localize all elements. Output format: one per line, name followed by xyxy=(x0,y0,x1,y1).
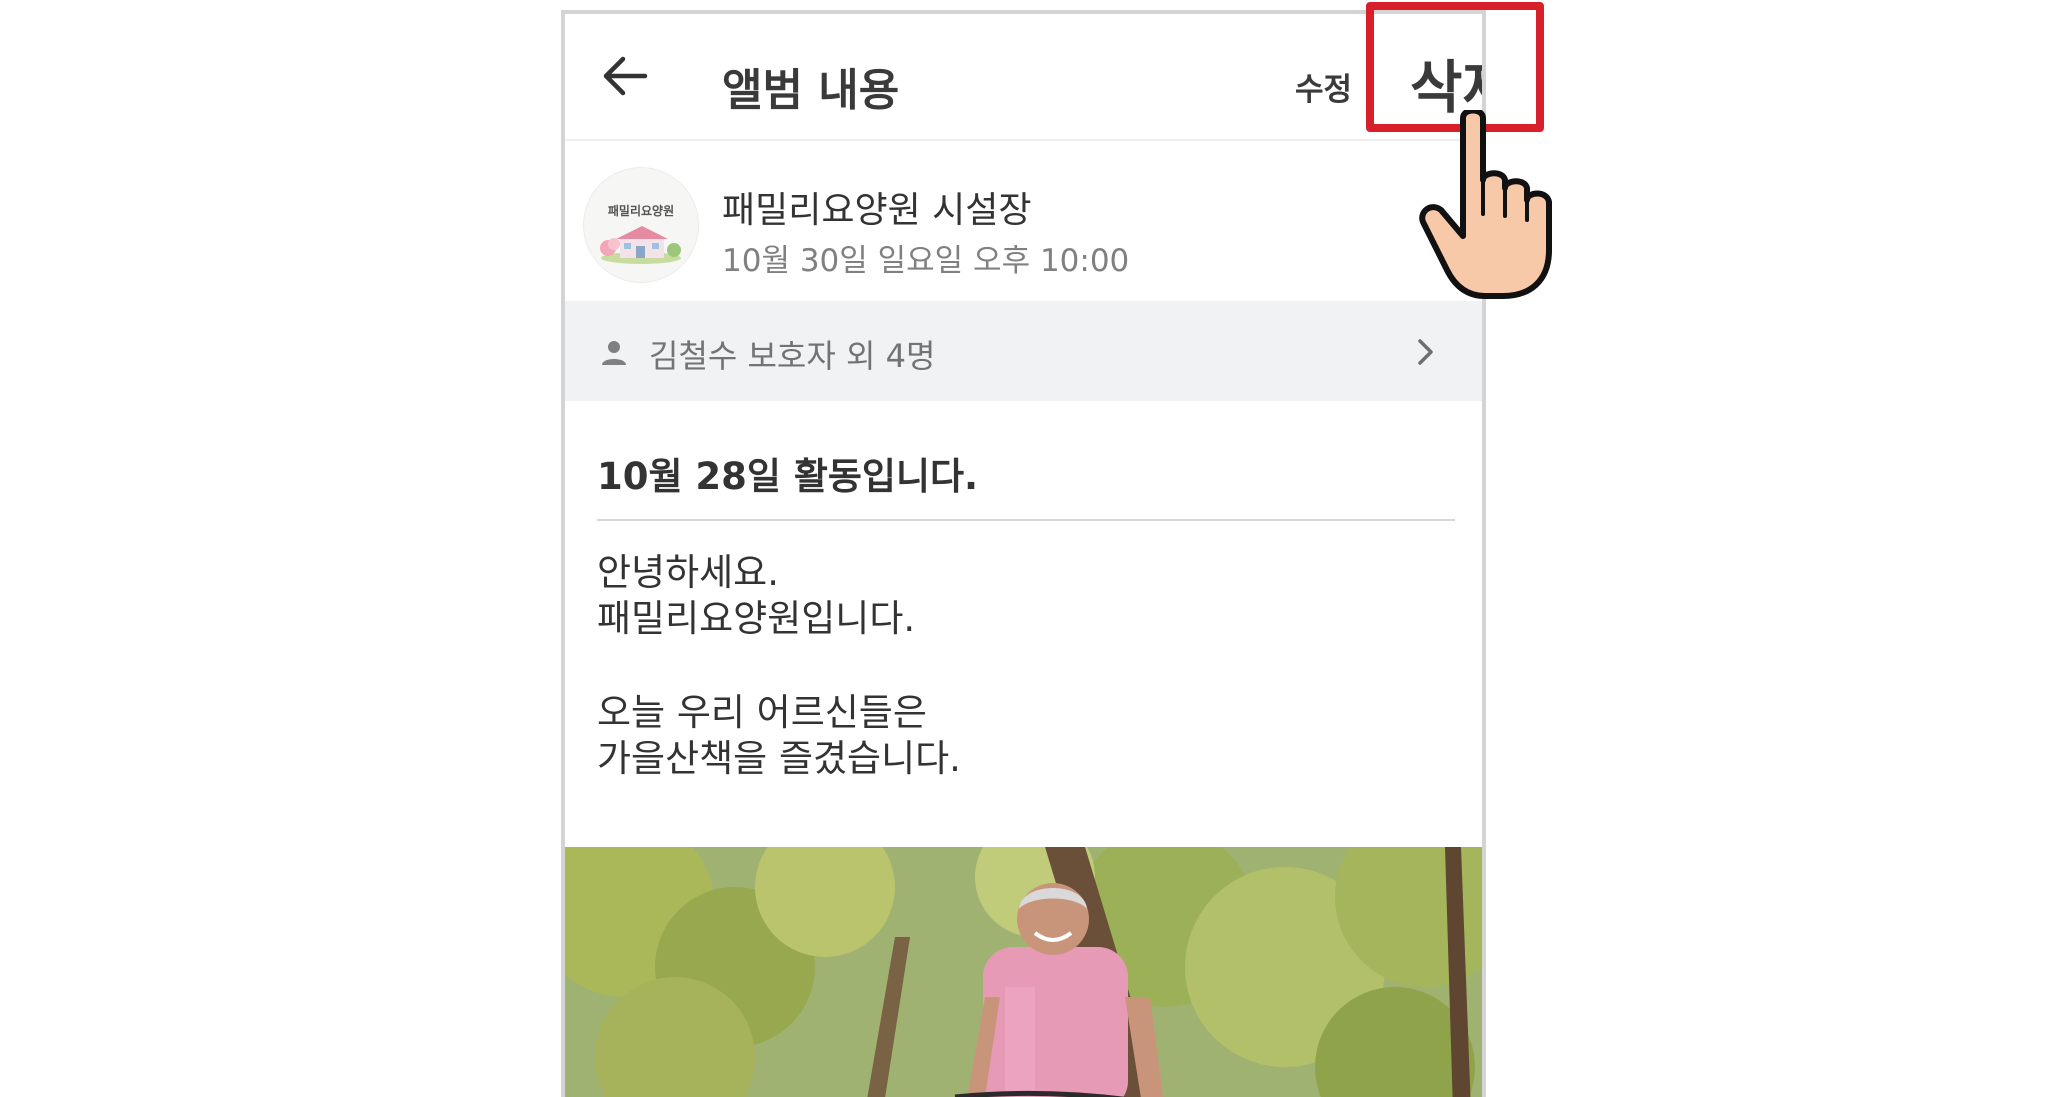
author-section: 패밀리요양원 패밀리요양원 시설장 10월 30일 일요일 오후 10:00 xyxy=(565,141,1482,301)
album-photo[interactable] xyxy=(565,847,1482,1097)
body-line: 안녕하세요. xyxy=(597,551,779,594)
body-line: 가을산책을 즐겼습니다. xyxy=(597,737,961,780)
back-arrow-icon[interactable] xyxy=(601,54,649,98)
page-title: 앨범 내용 xyxy=(722,65,900,116)
person-icon xyxy=(602,341,626,365)
post-date: 10월 30일 일요일 오후 10:00 xyxy=(722,243,1130,279)
avatar-label: 패밀리요양원 xyxy=(607,204,675,218)
body-line: 오늘 우리 어르신들은 xyxy=(597,691,927,734)
phone-screen: 앨범 내용 수정 삭제 패밀리요양원 패밀리요양원 시설장 10월 30일 일요… xyxy=(561,10,1486,1097)
author-name: 패밀리요양원 시설장 xyxy=(722,190,1032,231)
avatar: 패밀리요양원 xyxy=(583,167,699,283)
post-body: 안녕하세요. 패밀리요양원입니다. 오늘 우리 어르신들은 가을산책을 즐겼습니… xyxy=(597,550,961,782)
chevron-right-icon xyxy=(1418,339,1433,365)
recipients-label: 김철수 보호자 외 4명 xyxy=(649,337,936,375)
recipients-row[interactable]: 김철수 보호자 외 4명 xyxy=(565,301,1482,401)
edit-button[interactable]: 수정 xyxy=(1295,64,1352,109)
app-bar: 앨범 내용 수정 삭제 xyxy=(565,14,1482,141)
house-logo-icon xyxy=(600,226,681,264)
pointing-hand-icon xyxy=(1419,110,1552,299)
body-line: 패밀리요양원입니다. xyxy=(597,597,916,640)
post-title: 10월 28일 활동입니다. xyxy=(597,455,979,498)
divider xyxy=(597,519,1455,521)
